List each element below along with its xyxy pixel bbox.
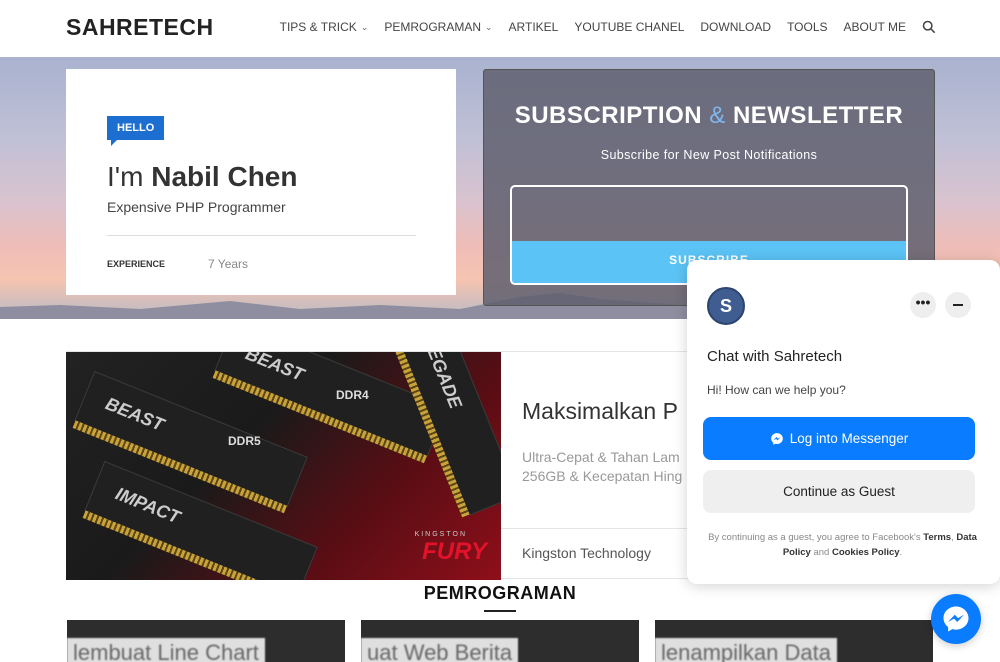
nav-item-tools[interactable]: TOOLS bbox=[787, 20, 827, 34]
chevron-down-icon: ⌄ bbox=[485, 21, 493, 32]
nav-item-about-me[interactable]: ABOUT ME bbox=[844, 20, 906, 34]
post-thumbnail[interactable]: lembuat Line Chart bbox=[67, 620, 345, 662]
profile-name: I'm Nabil Chen bbox=[107, 161, 298, 192]
nav-item-tips-trick[interactable]: TIPS & TRICK ⌄ bbox=[280, 20, 369, 34]
ddr4-label: DDR4 bbox=[336, 388, 369, 402]
continue-as-guest-button[interactable]: Continue as Guest bbox=[703, 470, 975, 513]
chat-legal-text: By continuing as a guest, you agree to F… bbox=[708, 532, 977, 558]
chat-title: Chat with Sahretech bbox=[707, 348, 843, 365]
nav-item-download[interactable]: DOWNLOAD bbox=[700, 20, 771, 34]
profile-divider bbox=[107, 235, 416, 236]
section-underline bbox=[484, 610, 516, 612]
profile-card: HELLO I'm Nabil Chen Expensive PHP Progr… bbox=[66, 69, 456, 295]
subscription-title: SUBSCRIPTION & NEWSLETTER bbox=[514, 102, 904, 129]
section-title: PEMROGRAMAN bbox=[423, 583, 577, 603]
kingston-wordmark: KINGSTON bbox=[414, 531, 467, 538]
ad-brand[interactable]: Kingston Technology bbox=[522, 545, 651, 561]
post-thumbnail[interactable]: lenampilkan Data bbox=[655, 620, 933, 662]
chevron-down-icon: ⌄ bbox=[360, 21, 369, 32]
nav-item-artikel[interactable]: ARTIKEL bbox=[509, 20, 559, 34]
ad-divider bbox=[501, 528, 706, 529]
messenger-icon bbox=[770, 432, 783, 445]
ad-image[interactable]: BEAST BEAST IMPACT RENEGADE DDR4 DDR5 KI… bbox=[66, 352, 501, 580]
chat-widget: S ••• Chat with Sahretech Hi! How can we… bbox=[687, 260, 1000, 584]
minimize-button[interactable] bbox=[945, 292, 971, 318]
messenger-icon bbox=[943, 606, 969, 632]
ad-title[interactable]: Maksimalkan P bbox=[522, 398, 678, 425]
avatar: S bbox=[707, 287, 745, 325]
search-icon bbox=[922, 20, 936, 34]
subscription-subtitle: Subscribe for New Post Notifications bbox=[600, 148, 818, 162]
experience-label: EXPERIENCE bbox=[107, 259, 166, 269]
search-button[interactable] bbox=[922, 20, 936, 34]
terms-link[interactable]: Terms bbox=[923, 532, 951, 543]
profile-role: Expensive PHP Programmer bbox=[107, 199, 286, 215]
nav-item-pemrograman[interactable]: PEMROGRAMAN ⌄ bbox=[384, 20, 492, 34]
hello-badge: HELLO bbox=[107, 116, 165, 146]
cookies-policy-link[interactable]: Cookies Policy bbox=[832, 547, 900, 558]
chat-greeting: Hi! How can we help you? bbox=[707, 383, 846, 397]
more-options-button[interactable]: ••• bbox=[910, 292, 936, 318]
fury-logo: FURY bbox=[422, 538, 487, 565]
ad-description: Ultra-Cepat & Tahan Lam 256GB & Kecepata… bbox=[522, 449, 683, 484]
ad-card[interactable]: BEAST BEAST IMPACT RENEGADE DDR4 DDR5 KI… bbox=[66, 351, 706, 580]
experience-value: 7 Years bbox=[208, 257, 249, 271]
email-field[interactable] bbox=[510, 185, 908, 241]
log-into-messenger-button[interactable]: Log into Messenger bbox=[703, 417, 975, 460]
site-logo[interactable]: SAHRETECH bbox=[66, 14, 214, 41]
site-header: SAHRETECH TIPS & TRICK ⌄ PEMROGRAMAN ⌄ A… bbox=[0, 0, 1000, 57]
main-nav: TIPS & TRICK ⌄ PEMROGRAMAN ⌄ ARTIKEL YOU… bbox=[280, 20, 936, 34]
messenger-chat-button[interactable] bbox=[931, 594, 981, 644]
nav-item-youtube-chanel[interactable]: YOUTUBE CHANEL bbox=[574, 20, 684, 34]
ddr5-label: DDR5 bbox=[228, 434, 261, 448]
post-thumbnail[interactable]: uat Web Berita bbox=[361, 620, 639, 662]
